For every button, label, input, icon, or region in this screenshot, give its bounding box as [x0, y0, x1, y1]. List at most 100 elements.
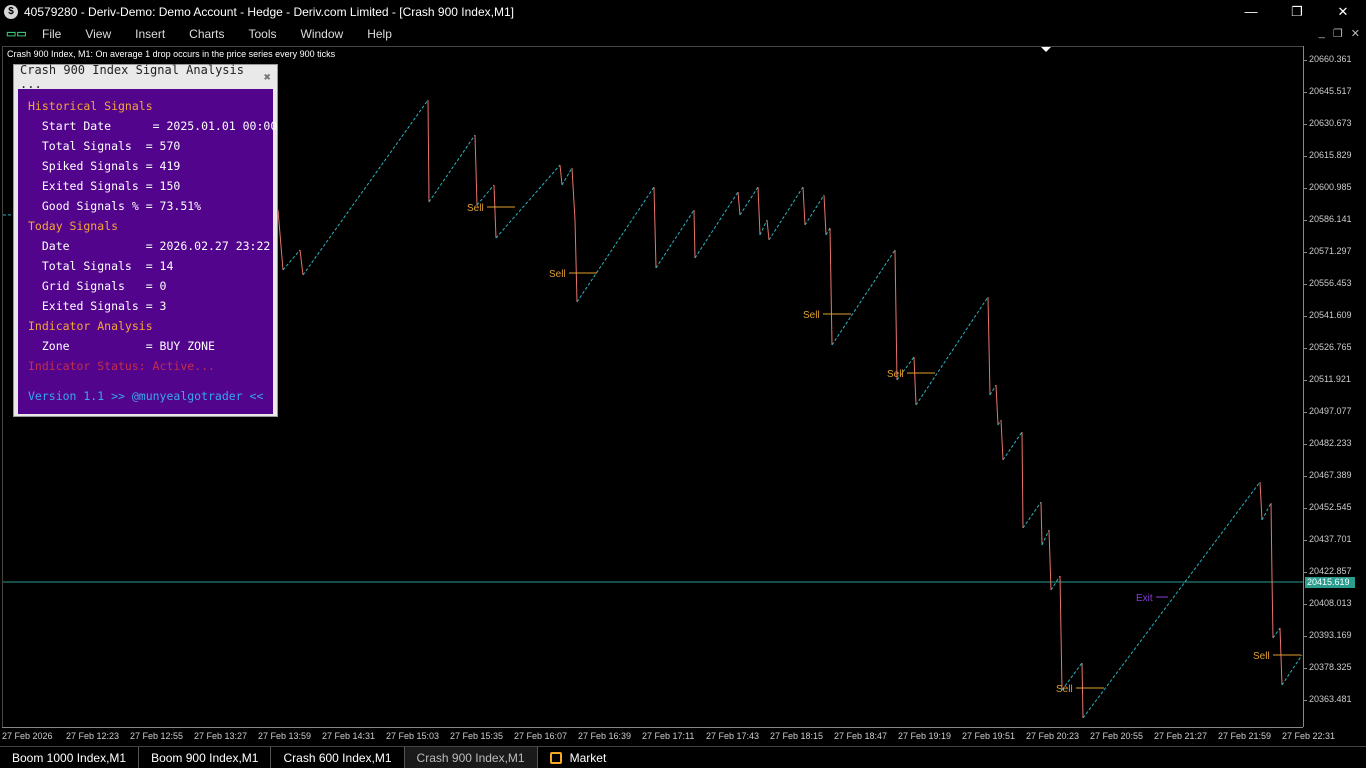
drop-segment: [653, 186, 657, 269]
up-segment: [1281, 654, 1303, 686]
total-signals-row: Total Signals = 570: [28, 139, 181, 153]
time-tick-label: 27 Feb 16:39: [578, 731, 632, 741]
price-tick-label: 20497.077: [1309, 406, 1352, 416]
drop-segment: [571, 167, 576, 221]
spiked-signals-row: Spiked Signals = 419: [28, 159, 181, 173]
sell-signal-label: Sell: [803, 310, 820, 321]
time-tick-label: 27 Feb 13:27: [194, 731, 248, 741]
price-tick-mark: [1303, 252, 1307, 253]
up-segment: [915, 296, 989, 406]
up-segment: [1002, 431, 1023, 461]
panel-header[interactable]: Crash 900 Index Signal Analysis ... ✖: [14, 62, 277, 91]
grid-signals-row: Grid Signals = 0: [28, 279, 167, 293]
lock-icon: [549, 751, 562, 764]
price-tick-label: 20452.545: [1309, 502, 1352, 512]
time-tick-label: 27 Feb 14:31: [322, 731, 376, 741]
time-tick-label: 27 Feb 13:59: [258, 731, 312, 741]
drop-segment: [823, 194, 827, 236]
up-segment: [694, 191, 739, 259]
drop-segment: [1040, 501, 1043, 546]
time-tick-label: 27 Feb 19:51: [962, 731, 1016, 741]
today-total-row: Total Signals = 14: [28, 259, 174, 273]
price-tick-mark: [1303, 700, 1307, 701]
drop-segment: [894, 249, 898, 381]
price-tick-label: 20586.141: [1309, 214, 1352, 224]
time-tick-label: 27 Feb 21:59: [1218, 731, 1272, 741]
drop-segment: [1271, 577, 1274, 639]
drop-segment: [299, 249, 304, 276]
price-tick-label: 20526.765: [1309, 342, 1352, 352]
up-segment: [1082, 481, 1261, 719]
close-icon[interactable]: ✖: [264, 70, 271, 84]
time-tick-label: 27 Feb 15:03: [386, 731, 440, 741]
price-tick-mark: [1303, 348, 1307, 349]
drop-segment: [1059, 575, 1063, 691]
panel-body: Historical Signals Start Date = 2025.01.…: [18, 89, 277, 414]
tab-boom-900[interactable]: Boom 900 Index,M1: [139, 746, 272, 768]
start-date-row: Start Date = 2025.01.01 00:00: [28, 119, 278, 133]
time-tick-label: 27 Feb 21:27: [1154, 731, 1208, 741]
up-segment: [825, 227, 831, 236]
up-segment: [282, 249, 301, 271]
tab-crash-900[interactable]: Crash 900 Index,M1: [404, 746, 538, 768]
zone-row: Zone = BUY ZONE: [28, 339, 215, 353]
price-tick-label: 20541.609: [1309, 310, 1352, 320]
drop-segment: [1048, 529, 1052, 591]
price-tick-label: 20363.481: [1309, 694, 1352, 704]
price-tick-label: 20482.233: [1309, 438, 1352, 448]
price-tick-label: 20600.985: [1309, 182, 1352, 192]
time-tick-label: 27 Feb 20:55: [1090, 731, 1144, 741]
time-tick-label: 27 Feb 2026: [2, 731, 53, 741]
tab-crash-600[interactable]: Crash 600 Index,M1: [271, 746, 405, 768]
sell-signal-label: Sell: [1056, 684, 1073, 695]
today-date-row: Date = 2026.02.27 23:22: [28, 239, 271, 253]
up-segment: [302, 99, 429, 276]
price-tick-mark: [1303, 604, 1307, 605]
price-tick-label: 20467.389: [1309, 470, 1352, 480]
time-tick-label: 27 Feb 17:11: [642, 731, 695, 741]
current-price-label: 20415.619: [1305, 577, 1355, 588]
price-tick-mark: [1303, 412, 1307, 413]
drop-segment: [474, 134, 478, 206]
indicator-analysis-header: Indicator Analysis: [28, 319, 153, 333]
time-tick-label: 27 Feb 18:47: [834, 731, 888, 741]
drop-segment: [693, 209, 696, 259]
up-segment: [576, 186, 655, 303]
exit-signal-label: Exit: [1136, 593, 1153, 604]
market-label: Market: [569, 750, 607, 765]
drop-segment: [574, 219, 578, 303]
price-tick-label: 20437.701: [1309, 534, 1352, 544]
price-tick-label: 20645.517: [1309, 86, 1352, 96]
up-segment: [428, 134, 476, 203]
shift-marker-icon[interactable]: [1041, 47, 1051, 52]
version-link[interactable]: Version 1.1 >> @munyealgotrader <<: [28, 389, 263, 403]
price-tick-mark: [1303, 476, 1307, 477]
good-signals-row: Good Signals % = 73.51%: [28, 199, 202, 213]
drop-segment: [277, 209, 284, 271]
time-tick-label: 27 Feb 12:23: [66, 731, 120, 741]
up-segment: [476, 184, 495, 206]
price-tick-mark: [1303, 316, 1307, 317]
time-tick-label: 27 Feb 20:23: [1026, 731, 1080, 741]
sell-signal-label: Sell: [1253, 651, 1270, 662]
panel-title: Crash 900 Index Signal Analysis ...: [20, 62, 244, 91]
drop-segment: [737, 191, 741, 216]
sell-signal-label: Sell: [887, 369, 904, 380]
drop-segment: [766, 219, 770, 241]
tab-market[interactable]: Market: [538, 747, 619, 768]
up-segment: [831, 249, 896, 346]
signal-analysis-panel: Crash 900 Index Signal Analysis ... ✖ Hi…: [13, 62, 278, 417]
price-axis[interactable]: [1303, 46, 1366, 727]
sell-signal-label: Sell: [467, 203, 484, 214]
time-tick-label: 27 Feb 22:31: [1282, 731, 1336, 741]
tab-boom-1000[interactable]: Boom 1000 Index,M1: [0, 746, 140, 768]
drop-segment: [1021, 431, 1024, 529]
drop-segment: [987, 296, 991, 396]
drop-segment: [1081, 662, 1084, 719]
price-tick-label: 20378.325: [1309, 662, 1352, 672]
price-tick-mark: [1303, 380, 1307, 381]
price-tick-mark: [1303, 156, 1307, 157]
price-tick-mark: [1303, 508, 1307, 509]
chart-tab-bar: Boom 1000 Index,M1 Boom 900 Index,M1 Cra…: [0, 746, 1366, 768]
price-tick-mark: [1303, 220, 1307, 221]
